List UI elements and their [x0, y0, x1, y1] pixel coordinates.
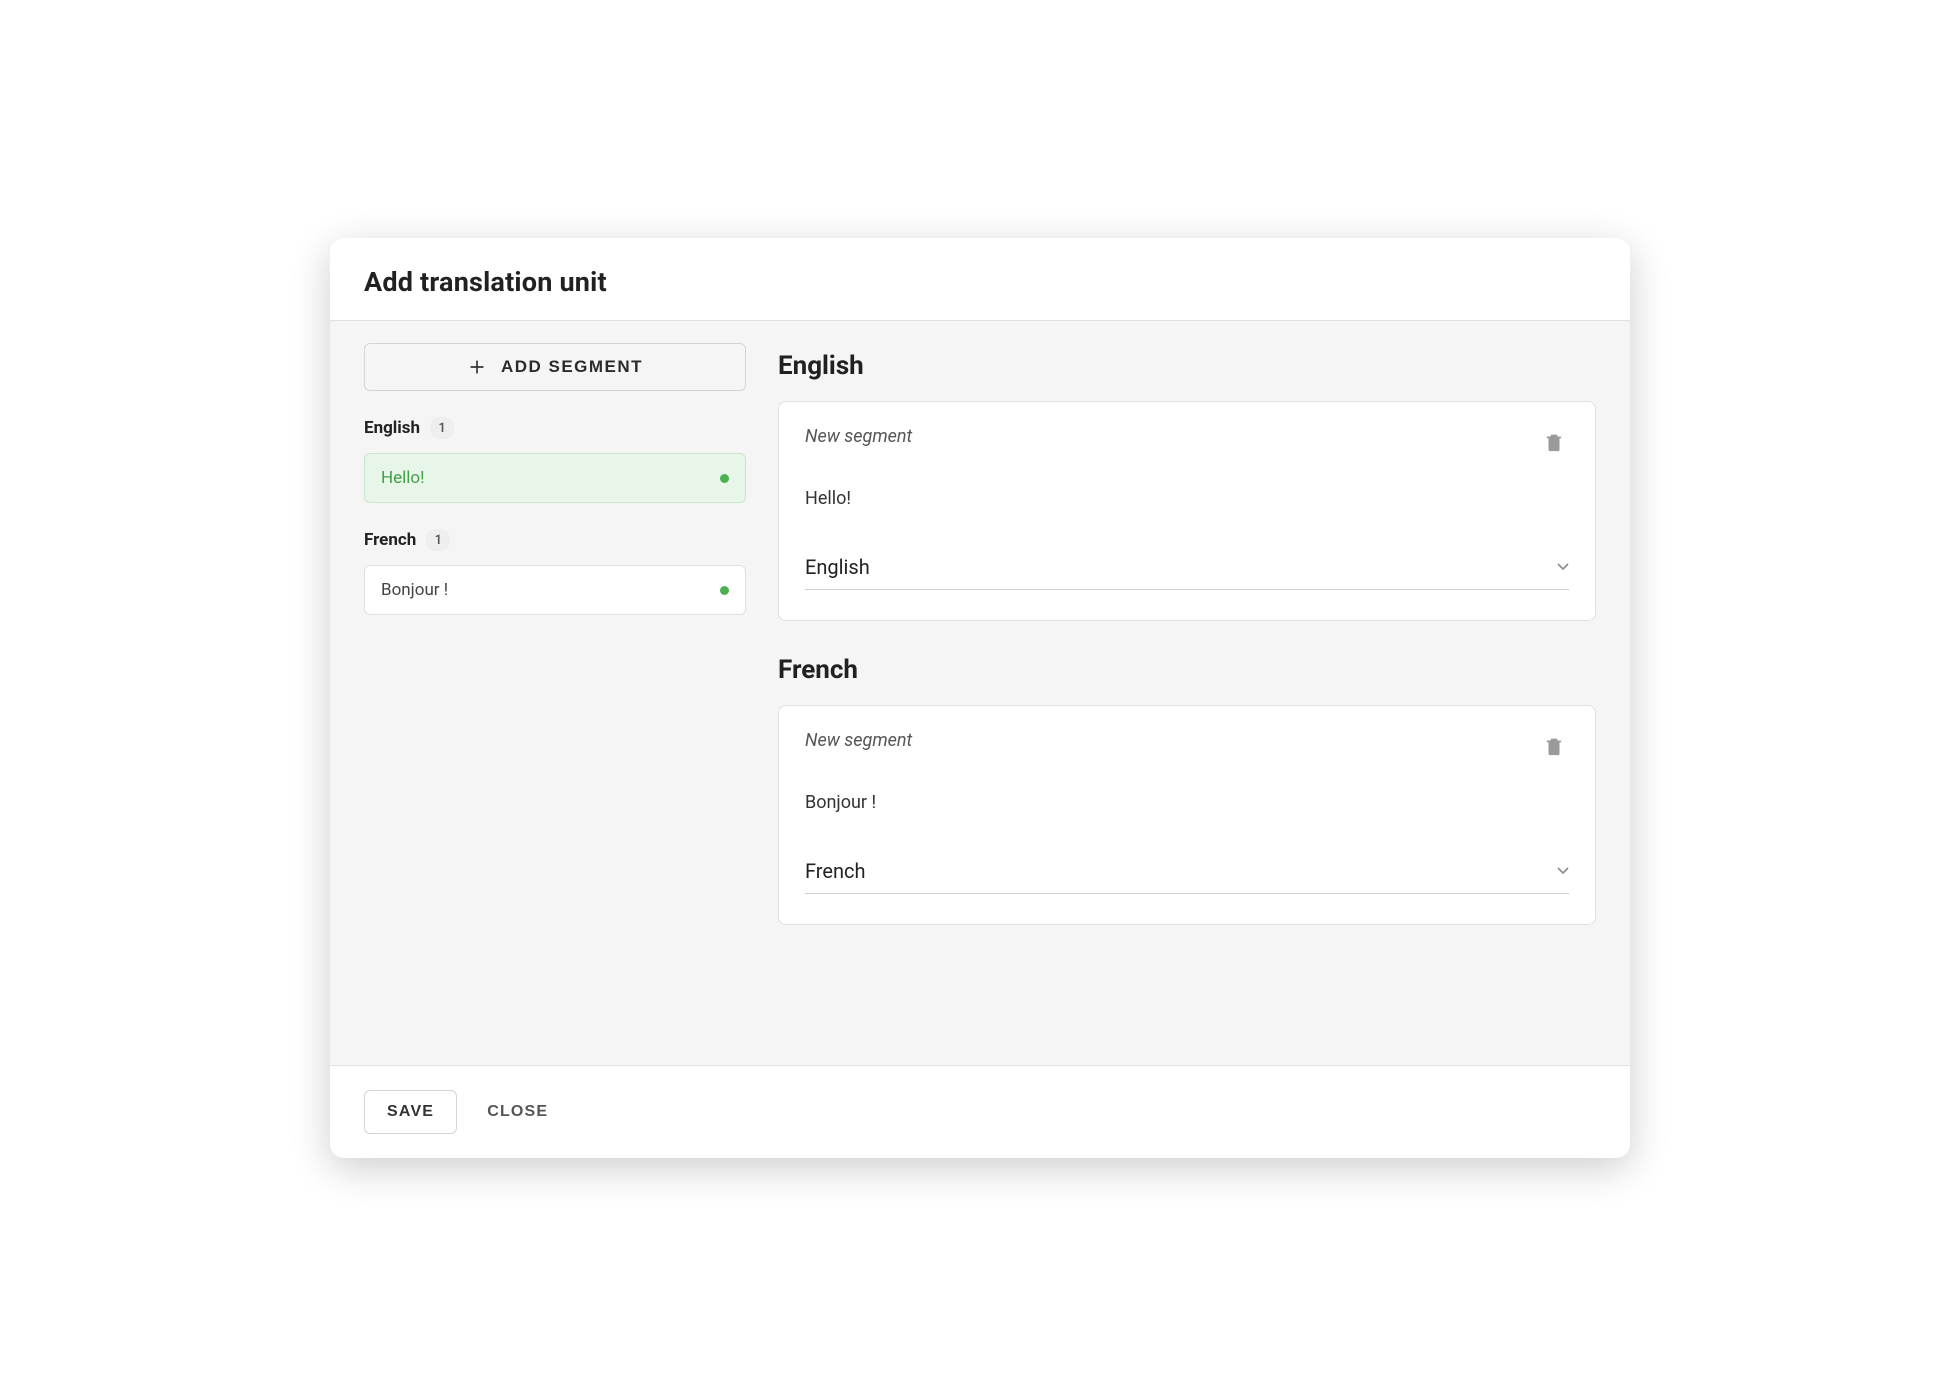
add-translation-dialog: Add translation unit ADD SEGMENT — [330, 238, 1630, 1158]
sidebar-lang-name: French — [364, 530, 416, 550]
trash-icon — [1543, 430, 1565, 454]
sidebar-segment-text: Bonjour ! — [381, 580, 448, 600]
language-select[interactable]: French — [805, 853, 1569, 894]
language-select[interactable]: English — [805, 549, 1569, 590]
delete-segment-button[interactable] — [1539, 730, 1569, 762]
dialog-header: Add translation unit — [330, 238, 1630, 321]
plus-icon — [467, 357, 487, 377]
language-select-value: French — [805, 859, 866, 883]
sidebar-segment-item[interactable]: Bonjour ! — [364, 565, 746, 615]
segment-card: New segment Hello! — [778, 401, 1596, 621]
dialog-body: ADD SEGMENT English 1 Hello! — [330, 321, 1630, 1065]
sidebar-lang-group: French 1 Bonjour ! — [364, 529, 746, 615]
add-segment-label: ADD SEGMENT — [501, 357, 643, 377]
add-segment-button[interactable]: ADD SEGMENT — [364, 343, 746, 391]
save-button[interactable]: SAVE — [364, 1090, 457, 1134]
chevron-down-icon — [1557, 867, 1569, 875]
status-dot-icon — [720, 586, 729, 595]
sidebar-segment-item[interactable]: Hello! — [364, 453, 746, 503]
status-dot-icon — [720, 474, 729, 483]
chevron-down-icon — [1557, 563, 1569, 571]
language-select-value: English — [805, 555, 870, 579]
sidebar-lang-header: English 1 — [364, 417, 746, 439]
sidebar-lang-name: English — [364, 418, 420, 438]
sidebar-lang-group: English 1 Hello! — [364, 417, 746, 503]
trash-icon — [1543, 734, 1565, 758]
segment-text: Hello! — [805, 488, 1569, 509]
segment-text: Bonjour ! — [805, 792, 1569, 813]
dialog-title: Add translation unit — [364, 266, 1596, 298]
main-panel: English New segment — [762, 321, 1630, 1065]
close-button[interactable]: CLOSE — [481, 1102, 554, 1122]
segment-count-badge: 1 — [430, 417, 454, 439]
delete-segment-button[interactable] — [1539, 426, 1569, 458]
sidebar-segment-text: Hello! — [381, 468, 425, 488]
section-title: English — [778, 351, 1596, 381]
new-segment-label: New segment — [805, 426, 912, 447]
new-segment-label: New segment — [805, 730, 912, 751]
sidebar: ADD SEGMENT English 1 Hello! — [330, 321, 762, 1065]
section-title: French — [778, 655, 1596, 685]
dialog-footer: SAVE CLOSE — [330, 1065, 1630, 1158]
segment-card: New segment Bonjour ! — [778, 705, 1596, 925]
segment-count-badge: 1 — [426, 529, 450, 551]
sidebar-lang-header: French 1 — [364, 529, 746, 551]
